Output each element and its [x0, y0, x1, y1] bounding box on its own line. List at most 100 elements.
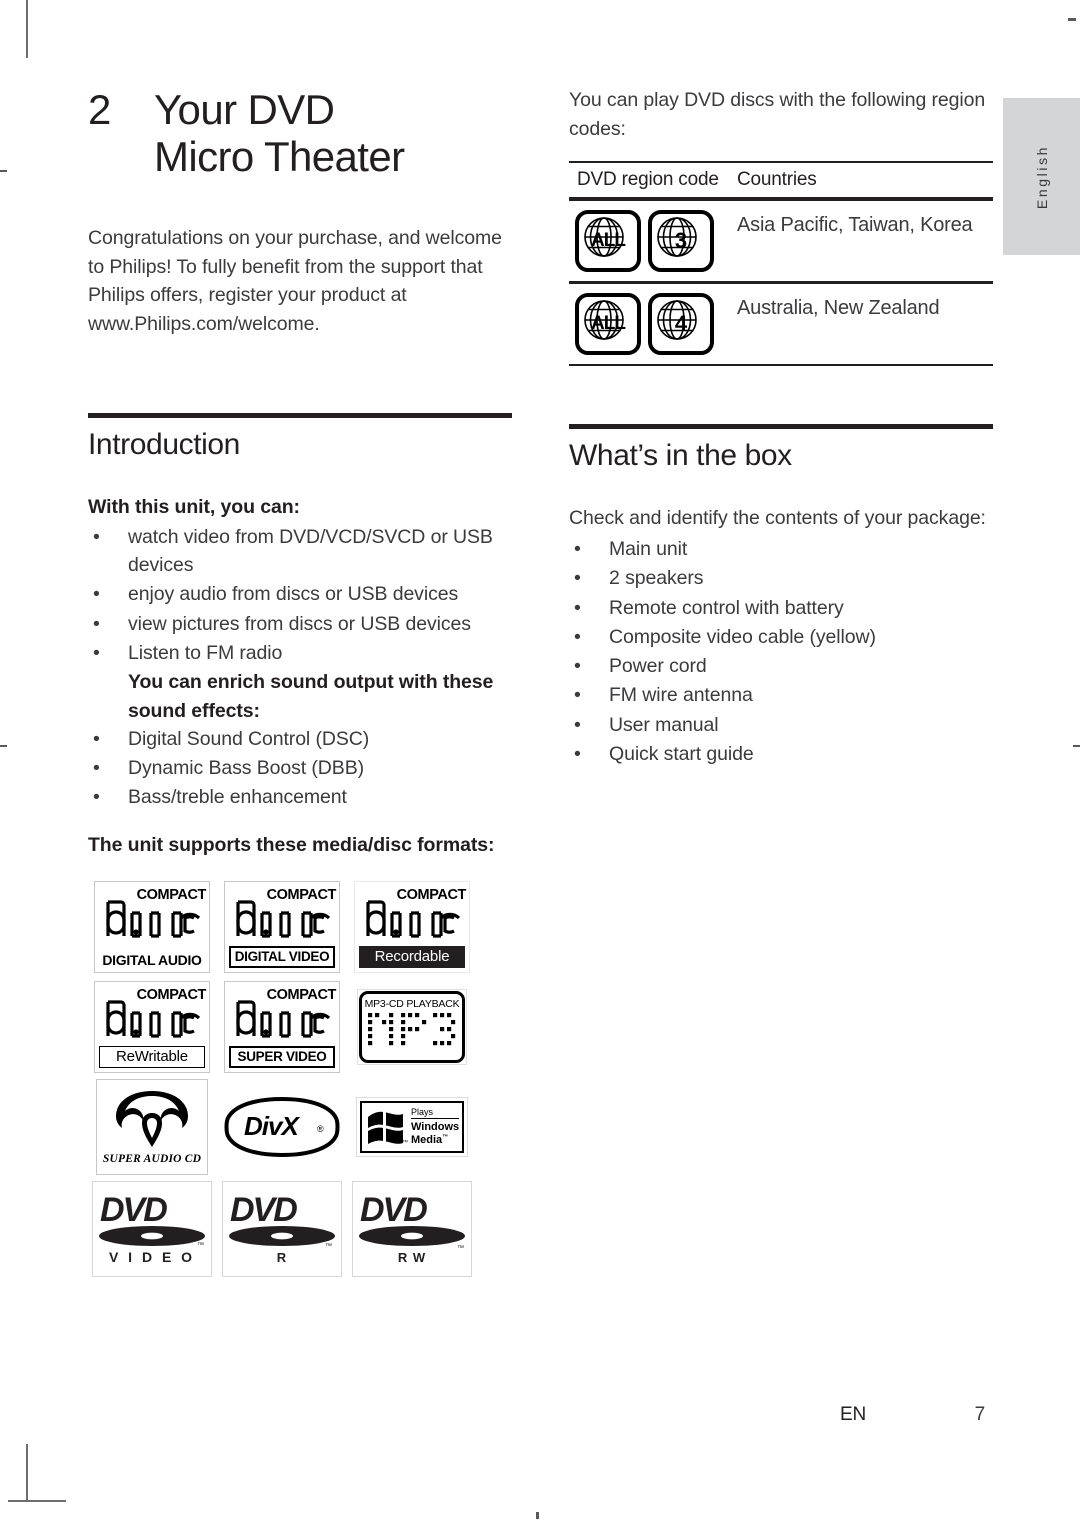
bullet-icon: • [574, 625, 581, 648]
dvd-video-icon: DVD V I D E O ™ [94, 1189, 210, 1269]
region-countries: Australia, New Zealand [737, 297, 940, 320]
chapter-heading: 2 Your DVD Micro Theater [88, 86, 512, 180]
dvd-sub-label: R [276, 1249, 288, 1265]
region-badges: ALL 3 [575, 210, 737, 273]
svg-text:DVD: DVD [360, 1191, 427, 1227]
region-badges: ALL 4 [575, 293, 737, 356]
svg-text:DVD: DVD [100, 1191, 167, 1227]
wm-windows-media-label: Windows Media™ [411, 1119, 459, 1146]
dvd-disc-ellipse-icon [229, 1225, 335, 1246]
registration-tick-top-right [1068, 18, 1076, 21]
region-countries: Asia Pacific, Taiwan, Korea [737, 214, 973, 237]
disc-format-logo-grid: COMPACT DIGITAL AUDIO COMPACT DIGITAL VI… [88, 877, 512, 1281]
sound-effect-text: Dynamic Bass Boost (DBB) [128, 757, 364, 780]
table-header-row: DVD region code Countries [569, 163, 993, 197]
plays-windows-media-icon: ™ Plays Windows Media™ [360, 1100, 464, 1153]
list-item: • FM wire antenna [569, 681, 993, 709]
region-badge-label: 3 [674, 228, 688, 254]
bullet-icon: • [574, 537, 581, 560]
logo-windows-media: ™ Plays Windows Media™ [356, 1096, 468, 1157]
windows-flag-icon: ™ [366, 1107, 408, 1147]
cd-disc-wordmark-icon [366, 900, 461, 938]
cd-disc-wordmark-icon [106, 900, 201, 938]
logo-mp3-cd-playback: MP3-CD PLAYBACK [357, 988, 467, 1065]
dvd-tm: ™ [457, 1244, 464, 1252]
svg-text:DVD: DVD [230, 1191, 297, 1227]
bullet-icon: • [93, 727, 100, 750]
compact-disc-icon: COMPACT [96, 983, 208, 1071]
column-header-region-code: DVD region code [577, 169, 719, 191]
logo-super-audio-cd: SUPER AUDIO CD [96, 1078, 208, 1175]
box-item-text: Remote control with battery [609, 596, 844, 619]
bullet-icon: • [93, 525, 100, 548]
formats-lead: The unit supports these media/disc forma… [88, 833, 495, 856]
chapter-title-line1: Your DVD [154, 86, 335, 133]
mp3-icon: MP3-CD PLAYBACK [359, 990, 465, 1063]
svg-text:®: ® [317, 1124, 324, 1134]
logo-cell: ™ Plays Windows Media™ [348, 1077, 476, 1177]
page-footer: EN 7 [840, 1404, 995, 1426]
logo-cell: DVD R ™ [218, 1177, 346, 1281]
box-item-text: User manual [609, 713, 719, 736]
cd-band-label: Recordable [359, 945, 465, 968]
cd-disc-wordmark-icon [236, 900, 331, 938]
list-item: • Bass/treble enhancement [88, 783, 512, 811]
logo-dvd-r: DVD R ™ [222, 1180, 342, 1277]
region-badge-4-icon: 4 [648, 293, 714, 356]
crop-mark-top-left-v [26, 0, 28, 58]
sound-effect-text: Digital Sound Control (DSC) [128, 727, 370, 750]
list-item: • view pictures from discs or USB devices [88, 610, 512, 638]
box-contents-lead: Check and identify the contents of your … [569, 507, 986, 530]
introduction-lead: With this unit, you can: [88, 495, 300, 518]
list-item: • Remote control with battery [569, 594, 993, 622]
logo-cell: DVD V I D E O ™ [88, 1177, 216, 1281]
wm-line1: Windows [411, 1121, 460, 1134]
box-item-text: 2 speakers [609, 567, 704, 590]
dvd-wordmark-icon: DVD [230, 1191, 299, 1227]
registration-tick-left-lower [0, 745, 7, 747]
wm-tm: ™ [442, 1133, 449, 1140]
bullet-icon: • [93, 757, 100, 780]
feature-list: • watch video from DVD/VCD/SVCD or USB de… [88, 523, 512, 667]
region-badge-label: ALL [591, 230, 626, 252]
introduction-heading: Introduction [88, 427, 240, 461]
table-row: ALL 4 Australia, New Zealand [569, 284, 993, 364]
feature-text: view pictures from discs or USB devices [128, 612, 471, 635]
bullet-icon: • [574, 596, 581, 619]
logo-cell: COMPACT [88, 977, 216, 1077]
super-audio-cd-icon: SUPER AUDIO CD [96, 1083, 208, 1171]
cd-band-label: DIGITAL VIDEO [229, 945, 335, 968]
box-item-text: Main unit [609, 537, 688, 560]
list-item: • Power cord [569, 652, 993, 680]
region-badge-all-icon: ALL [575, 210, 641, 273]
dvd-wordmark-icon: DVD [100, 1191, 169, 1227]
dvd-disc-ellipse-icon [359, 1225, 465, 1246]
logo-cell: MP3-CD PLAYBACK [348, 977, 476, 1077]
list-item: • watch video from DVD/VCD/SVCD or USB de… [88, 523, 512, 580]
logo-cd-digital-audio: COMPACT DIGITAL AUDIO [94, 880, 210, 973]
logo-cd-super-video: COMPACT SUPER VIDEO [224, 980, 340, 1073]
sound-effect-text: Bass/treble enhancement [128, 786, 347, 809]
bullet-icon: • [93, 583, 100, 606]
list-item: • 2 speakers [569, 564, 993, 592]
logo-cell: COMPACT [218, 877, 346, 977]
right-column: You can play DVD discs with the followin… [569, 86, 993, 769]
box-contents-heading: What’s in the box [569, 439, 792, 473]
wm-text-block: Plays Windows Media™ [406, 1107, 462, 1146]
wm-line2: Media [411, 1133, 443, 1146]
box-item-text: Composite video cable (yellow) [609, 625, 876, 648]
divx-wordmark-icon: DivX ® [224, 1096, 340, 1157]
logo-dvd-video: DVD V I D E O ™ [92, 1180, 212, 1277]
region-code-table: DVD region code Countries ALL 3 Asia Pac… [569, 161, 993, 367]
list-item: • Main unit [569, 535, 993, 563]
region-badge-3-icon: 3 [648, 210, 714, 273]
list-item: • enjoy audio from discs or USB devices [88, 580, 512, 608]
dvd-rw-icon: DVD R W ™ [354, 1189, 470, 1269]
registration-tick-right-lower [1073, 745, 1080, 747]
crop-mark-bottom-left-h [8, 1500, 66, 1502]
box-item-text: Quick start guide [609, 742, 754, 765]
list-item: • Dynamic Bass Boost (DBB) [88, 754, 512, 782]
logo-cell: COMPACT [88, 877, 216, 977]
svg-text:DivX: DivX [244, 1111, 300, 1141]
list-item: • User manual [569, 711, 993, 739]
